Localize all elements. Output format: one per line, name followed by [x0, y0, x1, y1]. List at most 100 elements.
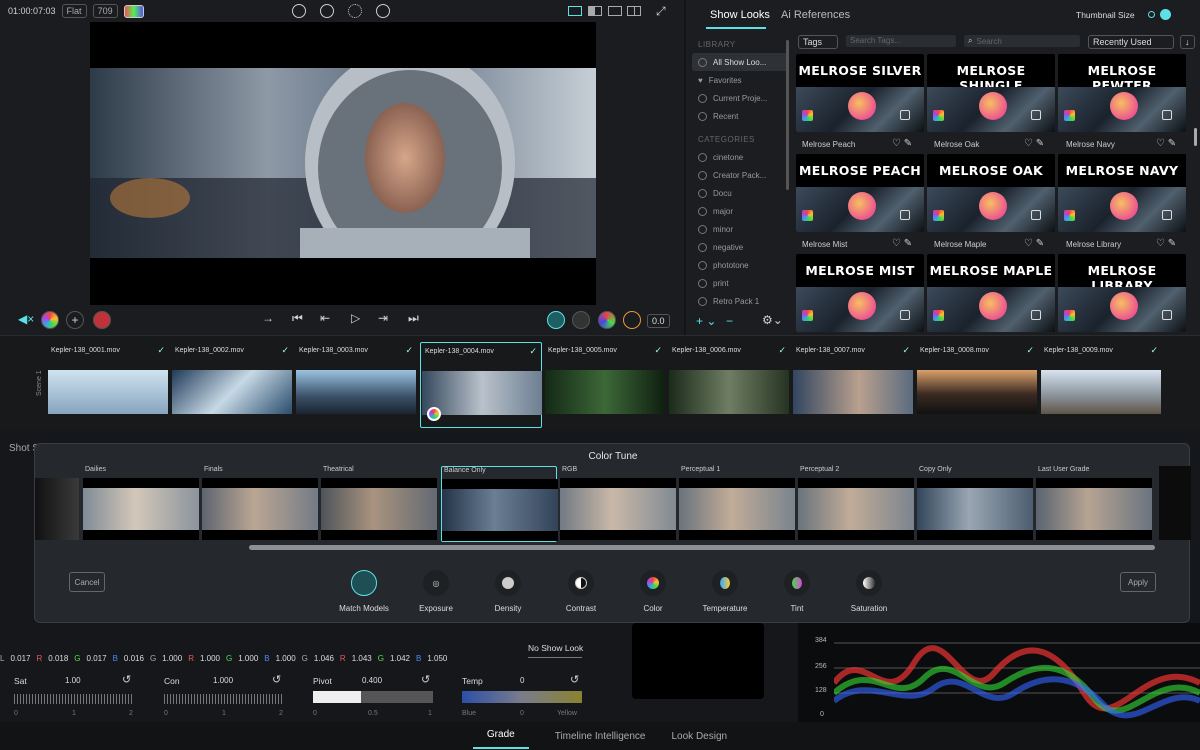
preset-card[interactable]: RGB — [560, 466, 676, 542]
sidebar-item-all-show-looks[interactable]: All Show Loo... — [692, 53, 788, 71]
favorite-edit-icons[interactable]: ♡ ✎ — [1024, 138, 1044, 149]
layers-cyan-icon[interactable] — [547, 311, 565, 329]
add-category-icon[interactable]: + ⌄ — [696, 314, 716, 328]
apply-button[interactable]: Apply — [1120, 572, 1156, 592]
look-card[interactable]: MELROSE LIBRARY — [1058, 254, 1186, 332]
thumb-small-radio[interactable] — [1148, 11, 1155, 18]
look-card[interactable]: MELROSE NAVY — [1058, 154, 1186, 232]
thumb-large-radio[interactable] — [1160, 9, 1171, 20]
pivot-slider[interactable] — [313, 691, 433, 703]
sidebar-item-favorites[interactable]: ♥ Favorites — [692, 71, 788, 89]
timeline-clip[interactable]: Kepler-138_0005.mov ✓ — [544, 342, 666, 428]
record-button[interactable] — [93, 311, 111, 329]
favorite-edit-icons[interactable]: ♡ ✎ — [1024, 238, 1044, 249]
gear-icon[interactable] — [348, 4, 362, 18]
timeline-clip[interactable]: Kepler-138_0006.mov ✓ — [668, 342, 790, 428]
fullscreen-icon[interactable]: ⤢ — [656, 4, 666, 19]
timeline-clip[interactable]: Kepler-138_0009.mov ✓ — [1040, 342, 1162, 428]
category-item[interactable]: negative — [692, 238, 788, 256]
color-wheel-button[interactable] — [41, 311, 59, 329]
tags-search[interactable]: Search Tags... — [846, 35, 956, 47]
con-reset-icon[interactable]: ↺ — [272, 673, 281, 686]
jump-end-icon[interactable]: ⇥ — [378, 311, 388, 325]
temp-reset-icon[interactable]: ↺ — [570, 673, 579, 686]
favorite-edit-icons[interactable]: ♡ ✎ — [892, 238, 912, 249]
category-item[interactable]: Retro Pack 1 — [692, 292, 788, 310]
preset-card[interactable]: Dailies — [83, 466, 199, 542]
look-card[interactable]: MELROSE PEACH — [796, 154, 924, 232]
preset-card[interactable]: Theatrical — [321, 466, 437, 542]
sat-reset-icon[interactable]: ↺ — [122, 673, 131, 686]
timeline-clip[interactable]: Kepler-138_0003.mov ✓ — [295, 342, 417, 428]
looks-scrollbar[interactable] — [1194, 128, 1197, 146]
nav-grade[interactable]: Grade — [472, 723, 529, 749]
category-item[interactable]: Docu — [692, 184, 788, 202]
nav-look-design[interactable]: Look Design — [672, 731, 728, 742]
timeline-clip-selected[interactable]: Kepler-138_0004.mov ✓ — [420, 342, 542, 428]
con-value[interactable]: 1.000 — [213, 676, 233, 685]
tab-ai-references[interactable]: Ai References — [781, 9, 850, 21]
pivot-value[interactable]: 0.400 — [362, 676, 382, 685]
sidebar-item-current-project[interactable]: Current Proje... — [692, 89, 788, 107]
sat-value[interactable]: 1.00 — [65, 676, 81, 685]
preset-card[interactable]: Finals — [202, 466, 318, 542]
next-frame-icon[interactable]: ⏭ — [408, 311, 419, 326]
preset-card-selected[interactable]: Balance Only — [441, 466, 558, 542]
preset-card[interactable]: Perceptual 2 — [798, 466, 914, 542]
con-slider[interactable] — [164, 694, 282, 704]
arrow-right-icon[interactable]: → — [262, 311, 274, 325]
timeline-clip[interactable]: Kepler-138_0007.mov ✓ — [792, 342, 914, 428]
prev-frame-icon[interactable]: ⏮ — [292, 311, 303, 326]
timeline-clip[interactable]: Kepler-138_0001.mov ✓ — [47, 342, 169, 428]
tool-exposure[interactable]: ◎ Exposure — [404, 570, 468, 613]
pivot-reset-icon[interactable]: ↺ — [421, 673, 430, 686]
jump-start-icon[interactable]: ⇤ — [320, 311, 330, 325]
compare-b-icon[interactable] — [320, 4, 334, 18]
split-view-icon[interactable] — [588, 6, 602, 16]
tool-density[interactable]: Density — [476, 570, 540, 613]
single-view-icon[interactable] — [568, 6, 582, 16]
preset-card[interactable]: Last User Grade — [1036, 466, 1152, 542]
category-item[interactable]: minor — [692, 220, 788, 238]
sort-dropdown[interactable]: Recently Used — [1088, 35, 1174, 49]
favorite-edit-icons[interactable]: ♡ ✎ — [892, 138, 912, 149]
temp-slider[interactable] — [462, 691, 582, 703]
sidebar-item-recent[interactable]: Recent — [692, 107, 788, 125]
grid-view-icon[interactable] — [627, 6, 641, 16]
look-card[interactable]: MELROSE SHINGLE — [927, 54, 1055, 132]
target-icon[interactable] — [623, 311, 641, 329]
tool-color[interactable]: Color — [621, 570, 685, 613]
multi-view-icon[interactable] — [608, 6, 622, 16]
category-item[interactable]: major — [692, 202, 788, 220]
category-item[interactable]: phototone — [692, 256, 788, 274]
look-card[interactable]: MELROSE MIST — [796, 254, 924, 332]
remove-category-icon[interactable]: − — [726, 314, 733, 328]
colorspace-button[interactable]: 709 — [92, 4, 118, 18]
compare-a-icon[interactable] — [292, 4, 306, 18]
sat-slider[interactable] — [14, 694, 132, 704]
category-item[interactable]: cinetone — [692, 148, 788, 166]
mute-icon[interactable]: ◀× — [18, 312, 34, 326]
tags-dropdown[interactable]: Tags — [798, 35, 838, 49]
sort-direction-icon[interactable]: ↓ — [1180, 35, 1195, 49]
settings-gear-icon[interactable]: ⚙⌄ — [762, 313, 783, 327]
tool-tint[interactable]: Tint — [765, 570, 829, 613]
tool-temperature[interactable]: Temperature — [693, 570, 757, 613]
play-icon[interactable]: ▷ — [351, 311, 360, 325]
preset-card[interactable]: Perceptual 1 — [679, 466, 795, 542]
look-card[interactable]: MELROSE OAK — [927, 154, 1055, 232]
presets-scrollbar[interactable] — [249, 545, 1155, 550]
search-input[interactable]: ⌕ Search — [964, 35, 1080, 47]
look-card[interactable]: MELROSE PEWTER — [1058, 54, 1186, 132]
look-card[interactable]: MELROSE SILVER — [796, 54, 924, 132]
timeline-clip[interactable]: Kepler-138_0002.mov ✓ — [171, 342, 293, 428]
rgb-icon[interactable] — [598, 311, 616, 329]
moon-icon[interactable] — [376, 4, 390, 18]
tab-show-looks[interactable]: Show Looks — [710, 9, 770, 21]
flat-mode-button[interactable]: Flat — [61, 4, 87, 18]
cancel-button[interactable]: Cancel — [69, 572, 105, 592]
color-swatch-button[interactable] — [123, 4, 144, 18]
preset-card[interactable]: Copy Only — [917, 466, 1033, 542]
look-card[interactable]: MELROSE MAPLE — [927, 254, 1055, 332]
tool-match-models[interactable]: Match Models — [332, 570, 396, 613]
